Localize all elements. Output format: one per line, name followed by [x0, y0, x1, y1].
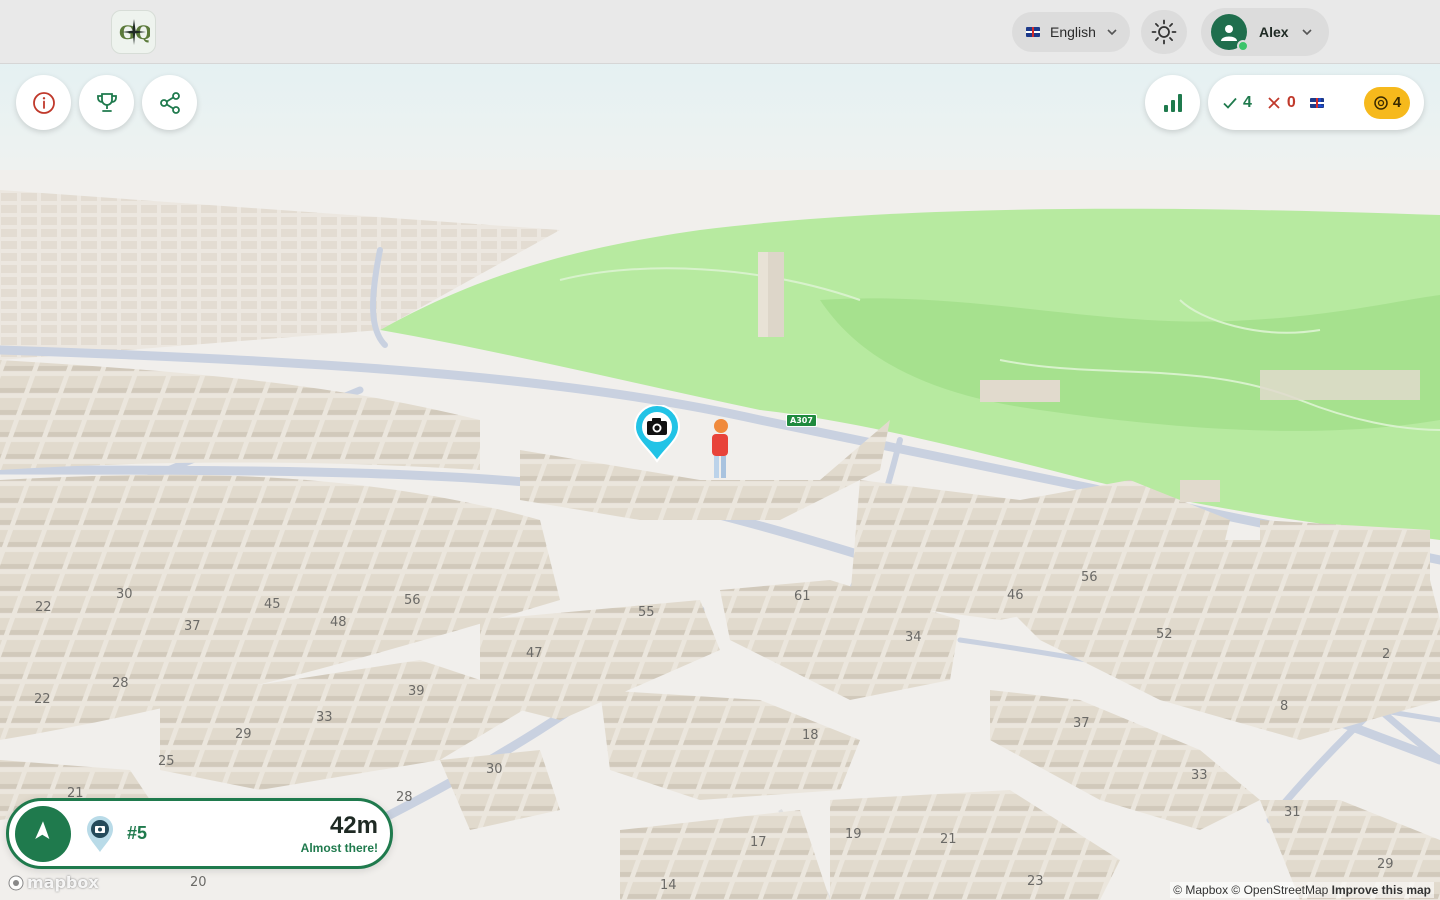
- wrong-count: 0: [1266, 94, 1296, 112]
- house-number-label: 30: [486, 762, 503, 777]
- user-menu-button[interactable]: Alex: [1201, 8, 1329, 56]
- photo-quest-marker[interactable]: [633, 405, 681, 463]
- stats-button[interactable]: [1145, 75, 1200, 130]
- coin-icon: [1374, 95, 1388, 110]
- app-logo[interactable]: GQ: [111, 10, 156, 54]
- navigation-arrow-icon: [35, 820, 50, 839]
- map-attribution: © Mapbox © OpenStreetMap Improve this ma…: [1170, 882, 1434, 898]
- wrong-count-value: 0: [1286, 93, 1296, 111]
- navigate-button[interactable]: [15, 805, 71, 862]
- house-number-label: 28: [396, 790, 413, 805]
- house-number-label: 48: [330, 615, 347, 630]
- house-number-label: 30: [116, 587, 133, 602]
- chevron-down-icon: [1302, 29, 1312, 36]
- house-number-label: 46: [1007, 588, 1024, 603]
- user-icon: [1221, 25, 1237, 41]
- flag-count-value: 1: [1314, 97, 1324, 108]
- coin-count-value: 4: [1392, 94, 1402, 111]
- coin-badge[interactable]: 4: [1364, 86, 1410, 119]
- player-avatar: [706, 418, 734, 484]
- mapbox-logo[interactable]: mapbox: [8, 873, 99, 892]
- house-number-label: 21: [940, 832, 957, 847]
- attribution-text: © Mapbox © OpenStreetMap: [1173, 883, 1329, 897]
- trophy-icon: [96, 92, 117, 112]
- top-bar: GQ English Ale: [0, 0, 1440, 64]
- house-number-label: 37: [1073, 716, 1090, 731]
- check-icon: [1223, 97, 1237, 109]
- house-number-label: 56: [1081, 570, 1098, 585]
- user-name: Alex: [1259, 24, 1289, 40]
- house-number-label: 22: [35, 600, 52, 615]
- house-number-label: 18: [802, 728, 819, 743]
- info-icon: [32, 91, 55, 114]
- navigation-card[interactable]: #5 42m Almost there!: [6, 798, 393, 869]
- house-number-label: 56: [404, 593, 421, 608]
- house-number-label: 28: [112, 676, 129, 691]
- mapbox-logo-text: mapbox: [27, 873, 99, 892]
- map-canvas[interactable]: A307 22 30 37 45 56 48 55 61 46 56 52 2 22 28 47 34 39 33…: [0, 0, 1440, 900]
- uk-flag-icon: [1026, 27, 1040, 37]
- language-selector[interactable]: English: [1012, 12, 1130, 52]
- flag-count: 1: [1309, 97, 1324, 108]
- distance-value: 42m: [329, 811, 378, 839]
- target-number: #5: [127, 823, 148, 843]
- house-number-label: 37: [184, 619, 201, 634]
- house-number-label: 29: [1377, 857, 1394, 872]
- correct-count-value: 4: [1243, 93, 1252, 111]
- house-number-label: 19: [845, 827, 862, 842]
- house-number-label: 25: [158, 754, 175, 769]
- mapbox-icon: [8, 875, 24, 890]
- house-number-label: 17: [750, 835, 767, 850]
- share-button[interactable]: [142, 75, 197, 130]
- house-number-label: 61: [794, 589, 811, 604]
- share-icon: [159, 91, 180, 114]
- house-number-label: 8: [1280, 699, 1289, 714]
- improve-map-link[interactable]: Improve this map: [1332, 883, 1431, 897]
- house-number-label: 33: [1191, 768, 1208, 783]
- house-number-label: 20: [190, 875, 207, 890]
- logo-icon: GQ: [119, 19, 150, 45]
- theme-toggle-button[interactable]: [1141, 10, 1187, 54]
- house-number-label: 39: [408, 684, 425, 699]
- avatar: [1211, 14, 1249, 52]
- online-status-dot: [1237, 40, 1249, 52]
- house-number-label: 55: [638, 605, 655, 620]
- house-number-label: 45: [264, 597, 281, 612]
- info-button[interactable]: [16, 75, 71, 130]
- correct-count: 4: [1222, 94, 1252, 112]
- house-number-label: 23: [1027, 874, 1044, 889]
- house-number-label: 14: [660, 878, 677, 893]
- house-number-label: 34: [905, 630, 922, 645]
- house-number-label: 33: [316, 710, 333, 725]
- score-summary: 4 0 1 4: [1208, 75, 1424, 130]
- house-number-label: 29: [235, 727, 252, 742]
- leaderboard-button[interactable]: [79, 75, 134, 130]
- road-shield-a307: A307: [786, 414, 817, 427]
- house-number-label: 31: [1284, 805, 1301, 820]
- house-number-label: 47: [526, 646, 543, 661]
- bar-chart-icon: [1163, 93, 1182, 112]
- sun-icon: [1151, 19, 1177, 45]
- chevron-down-icon: [1107, 29, 1117, 36]
- close-icon: [1268, 96, 1280, 109]
- language-label: English: [1050, 24, 1096, 40]
- house-number-label: 22: [34, 692, 51, 707]
- proximity-status: Almost there!: [300, 840, 378, 855]
- house-number-label: 52: [1156, 627, 1173, 642]
- house-number-label: 2: [1382, 647, 1391, 662]
- target-marker-icon: [85, 814, 115, 854]
